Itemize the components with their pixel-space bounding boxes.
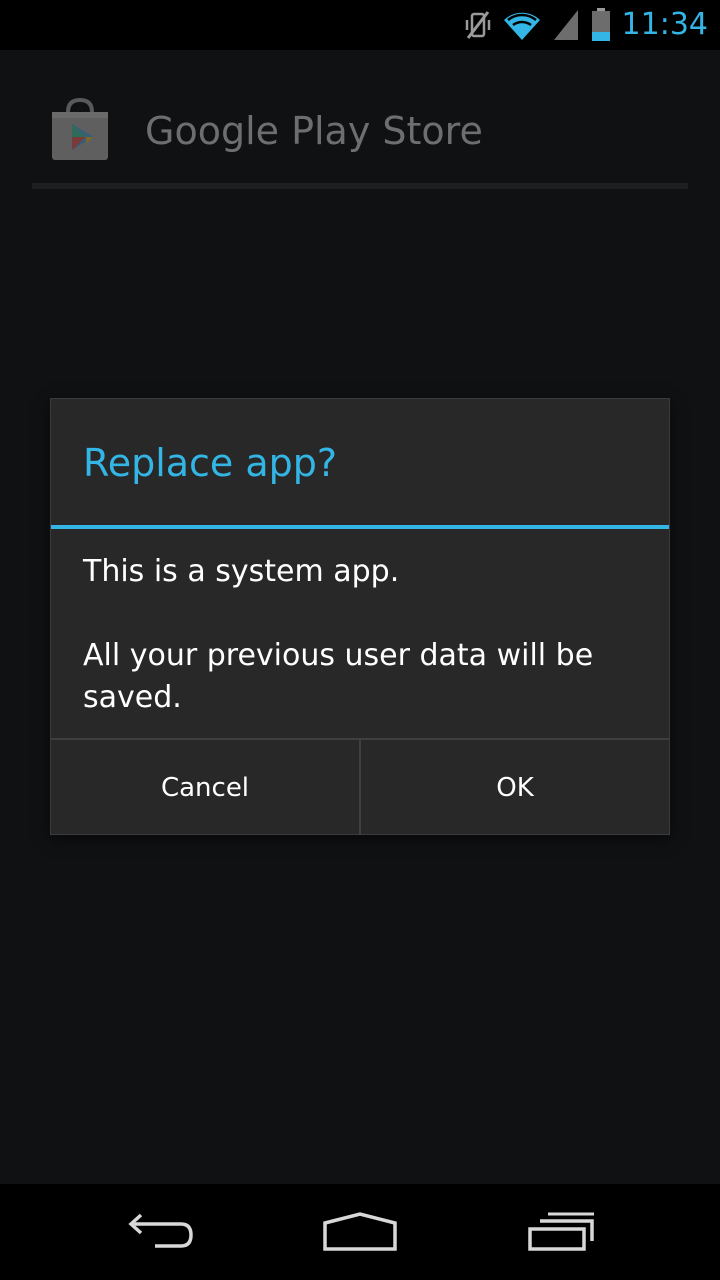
recent-apps-icon [528, 1212, 594, 1251]
app-header: Google Play Store [0, 50, 720, 190]
status-icons: 11:34 [454, 6, 708, 44]
navigation-bar [0, 1184, 720, 1280]
cancel-button[interactable]: Cancel [51, 740, 359, 835]
home-icon [323, 1212, 397, 1251]
dialog-message-line2: All your previous user data will be save… [83, 638, 594, 715]
dialog-button-bar: Cancel OK [51, 738, 669, 835]
dialog-title: Replace app? [83, 441, 338, 485]
header-divider [32, 183, 688, 189]
battery-icon [591, 8, 610, 41]
recent-apps-button[interactable] [512, 1202, 612, 1262]
home-button[interactable] [310, 1202, 410, 1262]
back-button[interactable] [110, 1202, 210, 1262]
dialog-message-line1: This is a system app. [83, 554, 400, 589]
dialog-message: This is a system app. All your previous … [83, 551, 643, 719]
play-store-icon [52, 98, 108, 160]
back-icon [128, 1213, 193, 1248]
ok-button[interactable]: OK [361, 740, 669, 835]
replace-app-dialog: Replace app? This is a system app. All y… [50, 398, 670, 835]
app-title: Google Play Store [145, 109, 483, 153]
cell-signal-icon [553, 10, 578, 40]
status-time: 11:34 [621, 7, 708, 42]
dialog-title-divider [51, 525, 669, 529]
wifi-icon [503, 12, 540, 41]
status-bar: 11:34 [0, 0, 720, 50]
vibrate-off-icon [465, 11, 490, 39]
screen: 11:34 Google Play Store Replace app? Thi… [0, 0, 720, 1280]
